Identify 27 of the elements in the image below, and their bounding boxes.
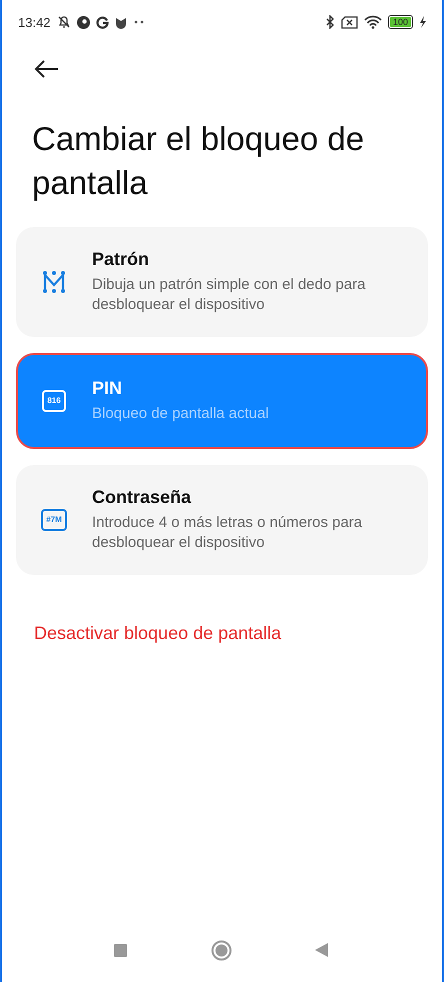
no-sim-icon	[340, 16, 358, 28]
option-title: PIN	[92, 378, 124, 399]
option-title: Patrón	[92, 249, 150, 270]
circle-app-icon	[76, 16, 90, 28]
wifi-icon	[364, 15, 382, 29]
lock-option-card[interactable]: Patrón Dibuja un patrón simple con el dedo para desbloquear el dispositivo	[16, 227, 428, 337]
lock-option-card[interactable]: 816 PIN Bloqueo de pantalla actual	[16, 353, 428, 449]
option-description: Introduce 4 o más letras o números para desbloquear el dispositivo	[92, 513, 364, 553]
option-title: Contraseña	[92, 487, 192, 508]
muted-bell-icon	[56, 15, 71, 29]
bluetooth-icon	[326, 15, 335, 29]
option-description: Bloqueo de pantalla actual	[92, 404, 269, 424]
password-icon: #7M	[41, 509, 67, 531]
pin-icon: 816	[42, 390, 66, 412]
google-icon	[96, 16, 109, 28]
recents-button[interactable]	[114, 944, 127, 956]
page-title: Cambiar el bloqueo de pantalla	[32, 119, 366, 203]
back-nav-button[interactable]	[315, 943, 328, 957]
clock: 13:42	[18, 14, 51, 30]
battery-icon: 100	[388, 15, 413, 29]
more-dots-icon	[134, 20, 144, 24]
lock-option-card[interactable]: #7M Contraseña Introduce 4 o más letras o números para desbloquear el dispositivo	[16, 465, 428, 575]
disable-lock-link[interactable]: Desactivar bloqueo de pantalla	[34, 623, 282, 643]
option-description: Dibuja un patrón simple con el dedo para desbloquear el dispositivo	[92, 275, 367, 315]
charging-bolt-icon	[419, 16, 426, 28]
pattern-icon	[41, 269, 67, 295]
home-button[interactable]	[210, 940, 232, 960]
